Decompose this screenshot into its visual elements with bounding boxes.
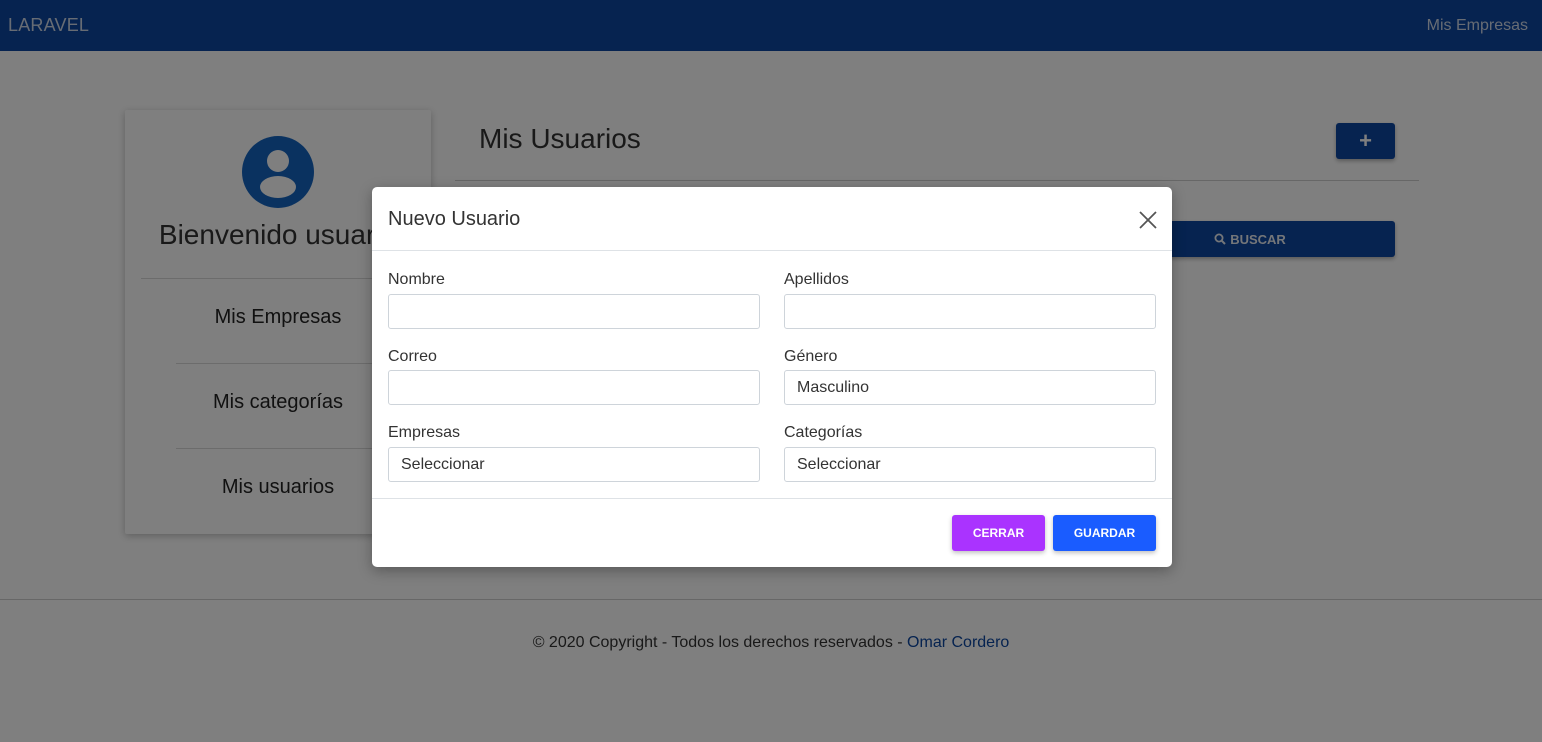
genero-label: Género [784,348,838,365]
correo-input[interactable] [388,370,760,405]
apellidos-label: Apellidos [784,271,849,288]
genero-select[interactable]: Masculino [784,370,1156,405]
categorias-selected-value: Seleccionar [797,455,881,473]
categorias-label: Categorías [784,424,863,441]
categorias-select[interactable]: Seleccionar [784,447,1156,482]
close-icon[interactable] [1136,208,1160,232]
new-user-modal: Nuevo Usuario Nombre Apellidos Correo Gé… [372,187,1172,567]
apellidos-input[interactable] [784,294,1156,329]
close-button[interactable]: CERRAR [952,515,1045,551]
modal-footer-divider [372,498,1172,499]
modal-header: Nuevo Usuario [372,187,1172,251]
correo-label: Correo [388,348,437,365]
nombre-input[interactable] [388,294,760,329]
save-button[interactable]: GUARDAR [1053,515,1156,551]
empresas-select[interactable]: Seleccionar [388,447,760,482]
empresas-selected-value: Seleccionar [401,455,485,473]
genero-selected-value: Masculino [797,378,870,396]
modal-title: Nuevo Usuario [388,208,521,230]
empresas-label: Empresas [388,424,461,441]
nombre-label: Nombre [388,271,445,288]
